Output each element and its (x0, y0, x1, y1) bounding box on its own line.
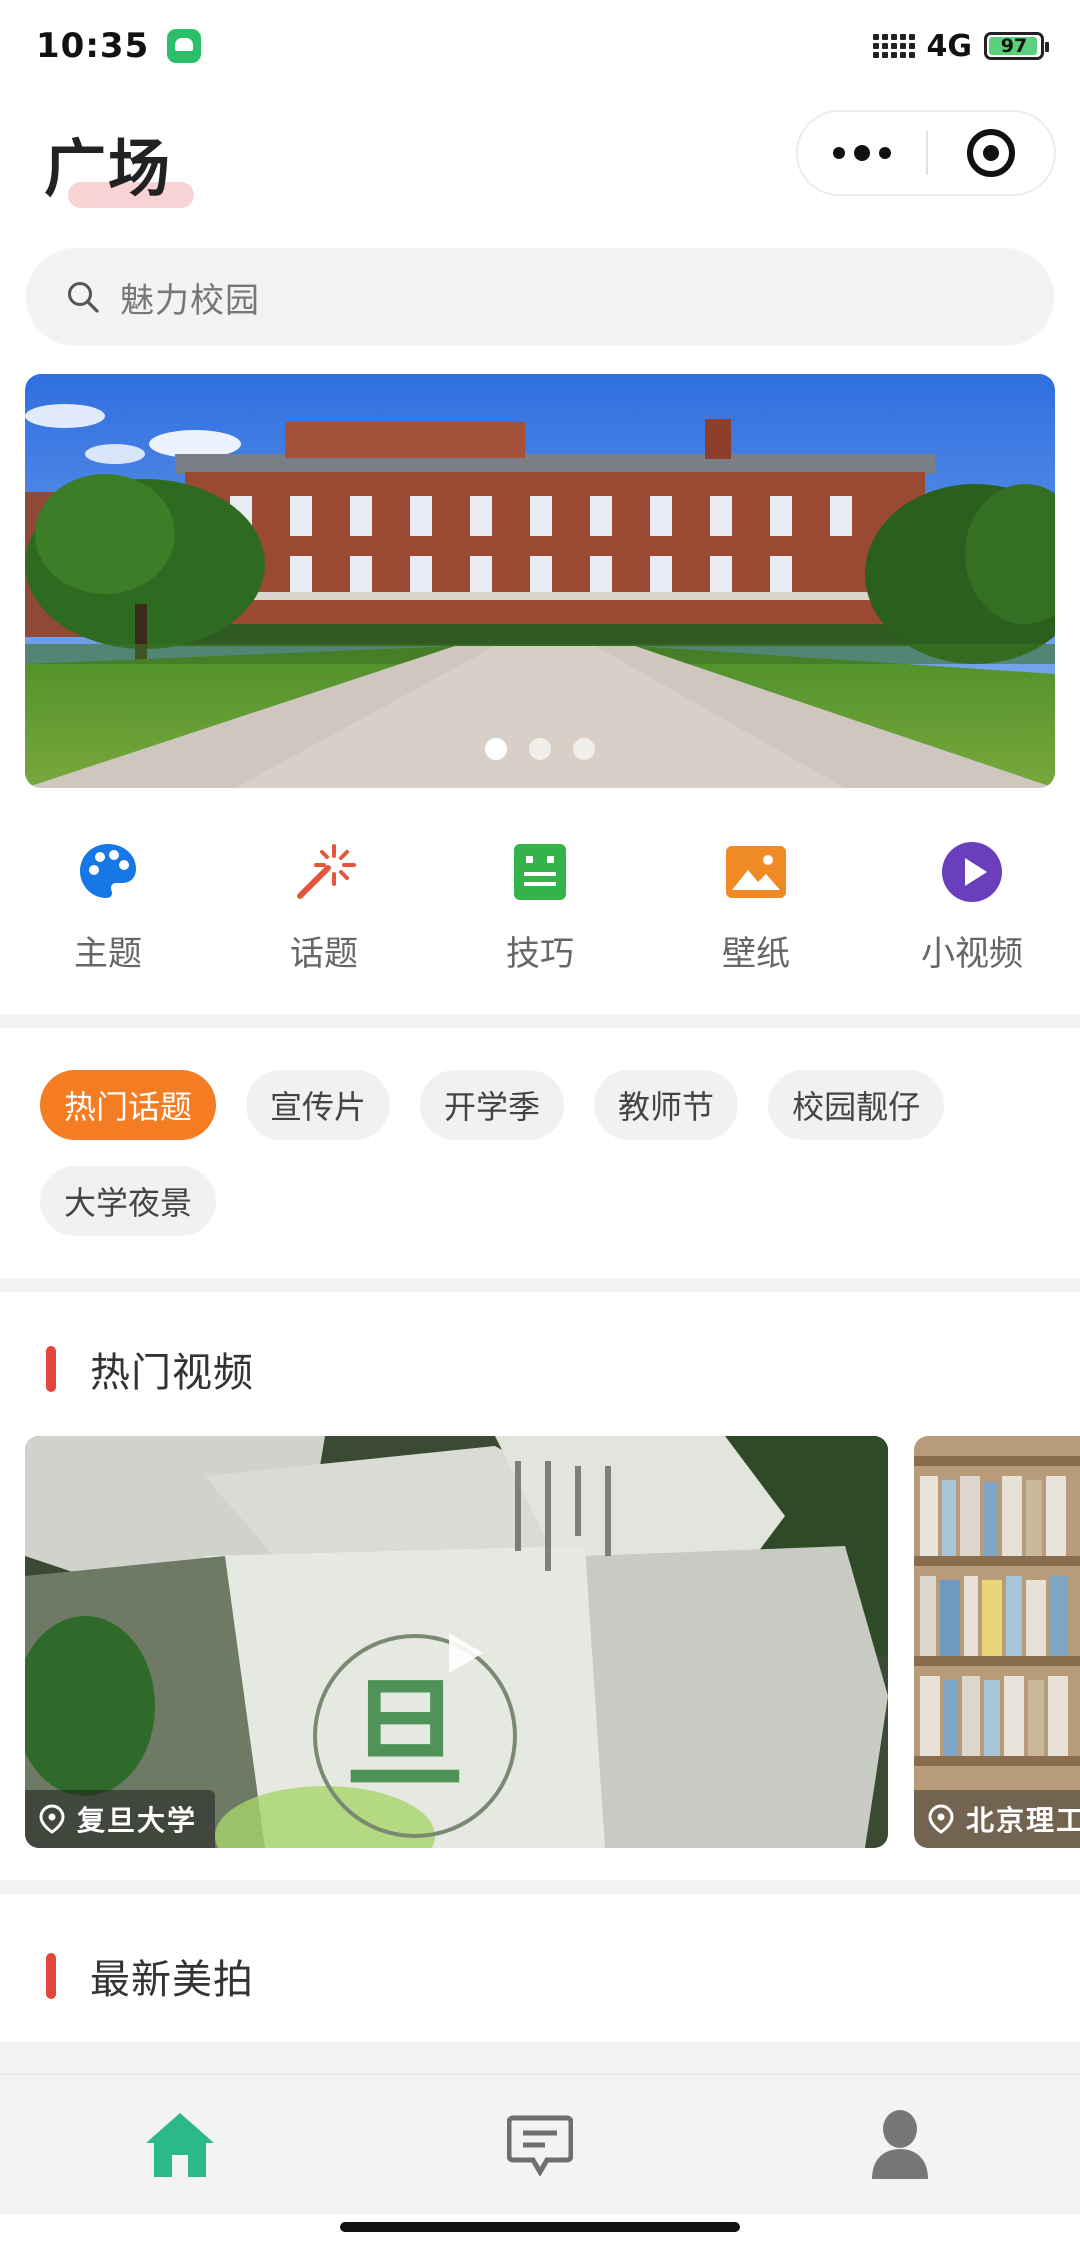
section-title: 热门视频 (90, 1350, 254, 1396)
carousel-dot[interactable] (485, 738, 507, 760)
quick-entry-label: 技巧 (506, 934, 574, 974)
play-circle-icon (942, 842, 1002, 902)
quick-entry-label: 话题 (290, 934, 358, 974)
home-indicator (340, 2222, 740, 2232)
tab-profile[interactable] (720, 2075, 1080, 2214)
tab-messages[interactable] (360, 2075, 720, 2214)
quick-entry-wallpaper[interactable]: 壁纸 (648, 840, 864, 990)
video-card[interactable]: 旦 复旦大学 (25, 1436, 888, 1848)
location-badge: 复旦大学 (25, 1790, 216, 1848)
section-divider (0, 1880, 1080, 1894)
section-title: 最新美拍 (90, 1957, 254, 2003)
hot-videos-header: 热门视频 (46, 1340, 254, 1398)
location-pin-icon (39, 1804, 65, 1834)
section-divider (0, 2042, 1080, 2074)
page-title: 广场 (44, 132, 173, 205)
search-icon (68, 282, 99, 313)
banner-carousel[interactable] (25, 374, 1055, 788)
status-indicators: 4G 97 (872, 28, 1049, 64)
network-type: 4G (926, 28, 973, 64)
section-accent-bar (46, 1346, 56, 1392)
quick-entry-grid: 主题 话题 技巧 壁纸 小视频 (0, 840, 1080, 990)
magic-wand-icon (297, 844, 356, 899)
video-location: 北京理工 (966, 1804, 1080, 1837)
quick-entry-tips[interactable]: 技巧 (432, 840, 648, 990)
picture-icon (726, 846, 786, 898)
tag-chip[interactable]: 热门话题 (40, 1070, 217, 1140)
message-icon (507, 2115, 573, 2176)
signal-icon (872, 34, 915, 58)
battery-level: 97 (1000, 35, 1028, 57)
quick-entry-label: 主题 (74, 934, 142, 974)
quick-entry-short-video[interactable]: 小视频 (864, 840, 1080, 990)
tag-chip[interactable]: 教师节 (594, 1070, 739, 1140)
mini-program-capsule (796, 110, 1056, 196)
search-placeholder: 魅力校园 (120, 280, 260, 321)
tag-chip[interactable]: 宣传片 (246, 1070, 391, 1140)
video-thumbnail (914, 1436, 1080, 1848)
home-icon (146, 2112, 214, 2177)
location-badge: 北京理工 (914, 1790, 1080, 1848)
section-divider (0, 1014, 1080, 1028)
section-divider (0, 1278, 1080, 1292)
campus-brick-building-photo (25, 374, 1055, 788)
carousel-dots (25, 738, 1055, 760)
video-card[interactable]: 北京理工 (914, 1436, 1080, 1848)
video-location: 复旦大学 (77, 1804, 198, 1837)
quick-entry-label: 小视频 (921, 934, 1023, 974)
tag-chip[interactable]: 开学季 (420, 1070, 565, 1140)
location-pin-icon (928, 1804, 954, 1834)
carousel-dot[interactable] (573, 738, 595, 760)
tag-list: 热门话题 宣传片 开学季 教师节 校园靓仔 大学夜景 (40, 1070, 1050, 1236)
section-accent-bar (46, 1953, 56, 1999)
wechat-mini-program-icon (167, 29, 202, 63)
battery-icon: 97 (984, 32, 1049, 60)
tag-chip[interactable]: 校园靓仔 (768, 1070, 945, 1140)
user-icon (872, 2109, 928, 2179)
quick-entry-topic[interactable]: 话题 (216, 840, 432, 990)
svg-text:旦: 旦 (345, 1664, 465, 1805)
status-bar: 10:35 4G 97 (0, 0, 1080, 92)
play-icon[interactable] (445, 1631, 485, 1675)
quick-entry-theme[interactable]: 主题 (0, 840, 216, 990)
more-dots-icon[interactable] (798, 112, 926, 194)
search-input[interactable]: 魅力校园 (26, 248, 1054, 346)
status-time: 10:35 (36, 26, 150, 66)
latest-photos-header: 最新美拍 (46, 1947, 254, 2005)
bottom-tab-bar (0, 2074, 1080, 2214)
robot-tips-icon (514, 844, 566, 900)
carousel-dot[interactable] (529, 738, 551, 760)
palette-icon (80, 844, 136, 898)
tab-home[interactable] (0, 2075, 360, 2214)
quick-entry-label: 壁纸 (722, 934, 790, 974)
target-close-icon[interactable] (928, 112, 1054, 194)
tag-chip[interactable]: 大学夜景 (40, 1166, 217, 1236)
